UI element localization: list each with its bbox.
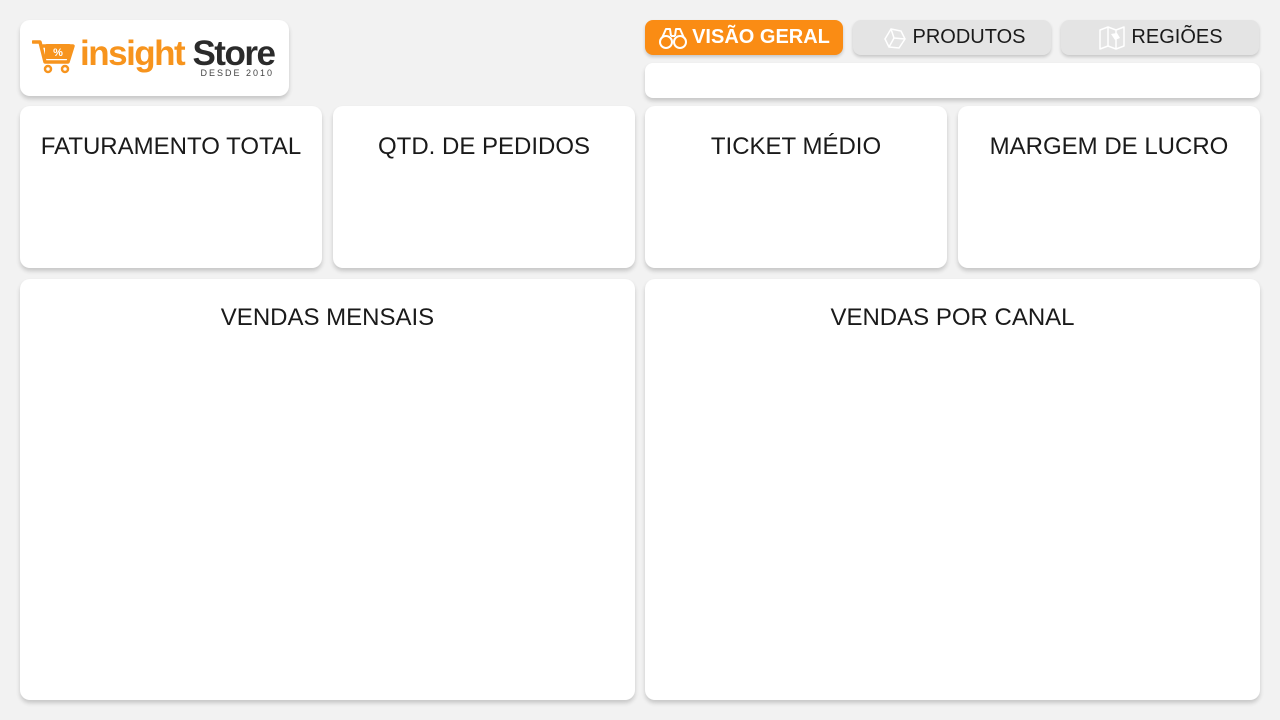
kpi-title: FATURAMENTO TOTAL [40,133,302,160]
box-icon [883,27,906,49]
cart-badge: % [53,47,63,59]
shopping-cart-icon: % [32,40,75,74]
binoculars-icon [659,27,688,49]
map-icon [1099,25,1126,50]
tab-regioes[interactable]: REGIÕES [1061,20,1259,55]
logo-tagline: DESDE 2010 [200,68,274,78]
monthly-sales-card: VENDAS MENSAIS [20,279,635,700]
kpi-card-faturamento: FATURAMENTO TOTAL [20,106,322,268]
tab-visao-geral[interactable]: VISÃO GERAL [645,20,843,55]
kpi-title: TICKET MÉDIO [710,133,882,160]
logo-word-primary: insight [80,34,186,73]
filter-bar[interactable] [645,63,1260,98]
tab-label: VISÃO GERAL [692,26,830,48]
channel-sales-card: VENDAS POR CANAL [645,279,1260,700]
kpi-title: MARGEM DE LUCRO [989,133,1229,160]
logo-card: % insight Store DESDE 2010 [20,20,289,96]
kpi-card-ticket: TICKET MÉDIO [645,106,947,268]
monthly-sales-title: VENDAS MENSAIS [220,304,435,331]
tab-produtos[interactable]: PRODUTOS [853,20,1051,55]
kpi-card-margem: MARGEM DE LUCRO [958,106,1260,268]
kpi-card-pedidos: QTD. DE PEDIDOS [333,106,635,268]
channel-sales-title: VENDAS POR CANAL [830,304,1075,331]
kpi-title: QTD. DE PEDIDOS [377,133,591,160]
tab-label: REGIÕES [1131,26,1223,48]
tab-label: PRODUTOS [912,26,1026,48]
